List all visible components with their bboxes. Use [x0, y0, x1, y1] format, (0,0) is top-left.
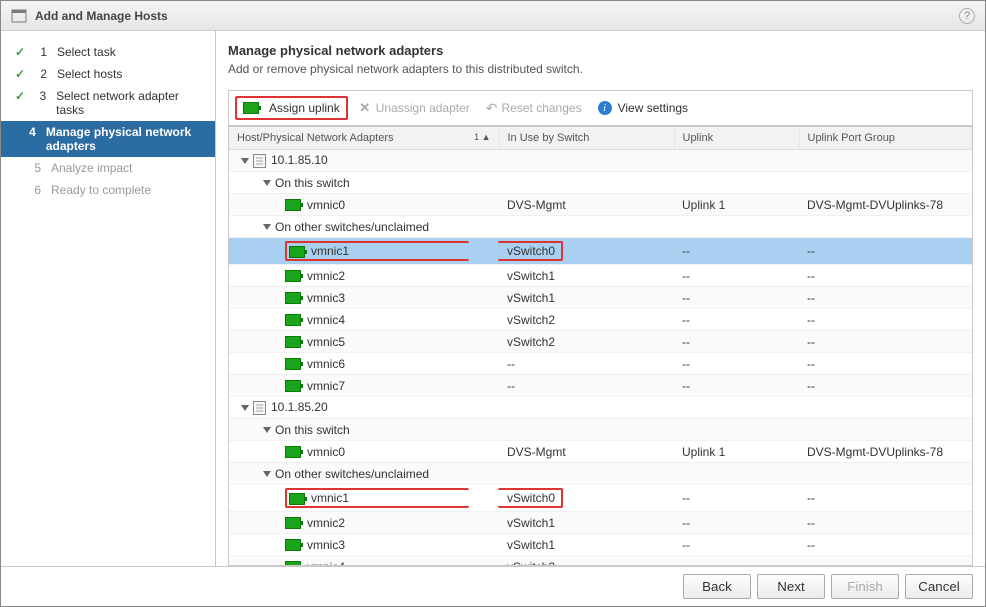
table-row[interactable]: 10.1.85.10 — [229, 150, 972, 172]
x-icon: ✕ — [358, 101, 372, 115]
check-icon: ✓ — [15, 67, 27, 81]
titlebar: Add and Manage Hosts ? — [1, 1, 985, 31]
wizard-steps-sidebar: ✓1Select task✓2Select hosts✓3Select netw… — [1, 31, 216, 566]
step-label: Select task — [57, 45, 116, 59]
nic-icon — [285, 358, 301, 370]
nic-icon — [285, 539, 301, 551]
col-group-header[interactable]: Uplink Port Group — [799, 127, 972, 150]
toolbar-container: Assign uplink ✕ Unassign adapter ↶ Reset… — [228, 90, 973, 126]
back-button[interactable]: Back — [683, 574, 751, 599]
check-icon: ✓ — [15, 89, 27, 103]
nic-icon — [289, 493, 305, 505]
nic-icon — [285, 446, 301, 458]
table-row[interactable]: vmnic2vSwitch1---- — [229, 265, 972, 287]
table-row[interactable]: vmnic0DVS-MgmtUplink 1DVS-Mgmt-DVUplinks… — [229, 194, 972, 216]
table-row[interactable]: vmnic4vSwitch2---- — [229, 309, 972, 331]
nic-icon — [285, 292, 301, 304]
page-subtitle: Add or remove physical network adapters … — [228, 62, 973, 76]
nic-icon — [289, 246, 305, 258]
step-label: Ready to complete — [51, 183, 151, 197]
wizard-step-6: 6Ready to complete — [1, 179, 215, 201]
table-row[interactable]: vmnic4vSwitch2---- — [229, 556, 972, 567]
adapter-table-scroll[interactable]: Host/Physical Network Adapters 1 ▲ In Us… — [228, 126, 973, 566]
nic-icon — [285, 199, 301, 211]
wizard-window: Add and Manage Hosts ? ✓1Select task✓2Se… — [0, 0, 986, 607]
step-label: Select network adapter tasks — [56, 89, 205, 117]
chevron-down-icon[interactable] — [263, 427, 271, 433]
step-label: Manage physical network adapters — [46, 125, 205, 153]
next-button[interactable]: Next — [757, 574, 825, 599]
window-icon — [11, 8, 27, 24]
adapter-table: Host/Physical Network Adapters 1 ▲ In Us… — [229, 127, 972, 566]
page-heading: Manage physical network adapters — [228, 43, 973, 58]
assign-uplink-button[interactable]: Assign uplink — [237, 98, 346, 118]
unassign-adapter-button: ✕ Unassign adapter — [352, 98, 476, 118]
nic-icon — [243, 102, 259, 114]
table-row[interactable]: vmnic2vSwitch1---- — [229, 512, 972, 534]
row-highlight: vmnic1 — [285, 241, 469, 261]
wizard-step-5: 5Analyze impact — [1, 157, 215, 179]
assign-uplink-label: Assign uplink — [269, 101, 340, 115]
table-row[interactable]: vmnic0DVS-MgmtUplink 1DVS-Mgmt-DVUplinks… — [229, 441, 972, 463]
table-row[interactable]: vmnic5vSwitch2---- — [229, 331, 972, 353]
nic-icon — [285, 314, 301, 326]
table-row[interactable]: 10.1.85.20 — [229, 397, 972, 419]
col-inuse-header[interactable]: In Use by Switch — [499, 127, 674, 150]
view-settings-button[interactable]: i View settings — [592, 98, 694, 118]
nic-icon — [285, 336, 301, 348]
table-row[interactable]: On this switch — [229, 172, 972, 194]
table-row[interactable]: vmnic7------ — [229, 375, 972, 397]
row-highlight: vmnic1 — [285, 488, 469, 508]
window-title: Add and Manage Hosts — [35, 9, 959, 23]
table-row[interactable]: On this switch — [229, 419, 972, 441]
main-panel: Manage physical network adapters Add or … — [216, 31, 985, 566]
table-row[interactable]: vmnic1vSwitch0---- — [229, 485, 972, 512]
host-icon — [253, 401, 266, 415]
help-icon[interactable]: ? — [959, 8, 975, 24]
sort-indicator: 1 ▲ — [474, 132, 490, 142]
nic-icon — [285, 561, 301, 566]
chevron-down-icon[interactable] — [263, 471, 271, 477]
nic-icon — [285, 270, 301, 282]
col-uplink-header[interactable]: Uplink — [674, 127, 799, 150]
step-label: Select hosts — [57, 67, 122, 81]
finish-button: Finish — [831, 574, 899, 599]
check-icon: ✓ — [15, 45, 27, 59]
table-row[interactable]: vmnic6------ — [229, 353, 972, 375]
wizard-step-3[interactable]: ✓3Select network adapter tasks — [1, 85, 215, 121]
wizard-body: ✓1Select task✓2Select hosts✓3Select netw… — [1, 31, 985, 566]
wizard-buttons: Back Next Finish Cancel — [1, 566, 985, 606]
nic-icon — [285, 517, 301, 529]
reset-changes-button: ↶ Reset changes — [480, 97, 588, 120]
nic-icon — [285, 380, 301, 392]
unassign-label: Unassign adapter — [376, 101, 470, 115]
table-row[interactable]: On other switches/unclaimed — [229, 216, 972, 238]
table-row[interactable]: vmnic3vSwitch1---- — [229, 287, 972, 309]
wizard-step-4[interactable]: 4Manage physical network adapters — [1, 121, 215, 157]
cancel-button[interactable]: Cancel — [905, 574, 973, 599]
chevron-down-icon[interactable] — [263, 180, 271, 186]
wizard-step-1[interactable]: ✓1Select task — [1, 41, 215, 63]
info-icon: i — [598, 101, 612, 115]
toolbar: Assign uplink ✕ Unassign adapter ↶ Reset… — [229, 91, 972, 126]
table-row[interactable]: vmnic1vSwitch0---- — [229, 238, 972, 265]
table-row[interactable]: On other switches/unclaimed — [229, 463, 972, 485]
assign-uplink-highlight: Assign uplink — [235, 96, 348, 120]
adapter-table-body: 10.1.85.10On this switchvmnic0DVS-MgmtUp… — [229, 150, 972, 567]
chevron-down-icon[interactable] — [241, 405, 249, 411]
view-settings-label: View settings — [618, 101, 688, 115]
host-icon — [253, 154, 266, 168]
undo-icon: ↶ — [486, 100, 498, 117]
wizard-step-2[interactable]: ✓2Select hosts — [1, 63, 215, 85]
col-host-header[interactable]: Host/Physical Network Adapters 1 ▲ — [229, 127, 499, 150]
step-label: Analyze impact — [51, 161, 132, 175]
chevron-down-icon[interactable] — [241, 158, 249, 164]
reset-label: Reset changes — [502, 101, 582, 115]
chevron-down-icon[interactable] — [263, 224, 271, 230]
table-row[interactable]: vmnic3vSwitch1---- — [229, 534, 972, 556]
